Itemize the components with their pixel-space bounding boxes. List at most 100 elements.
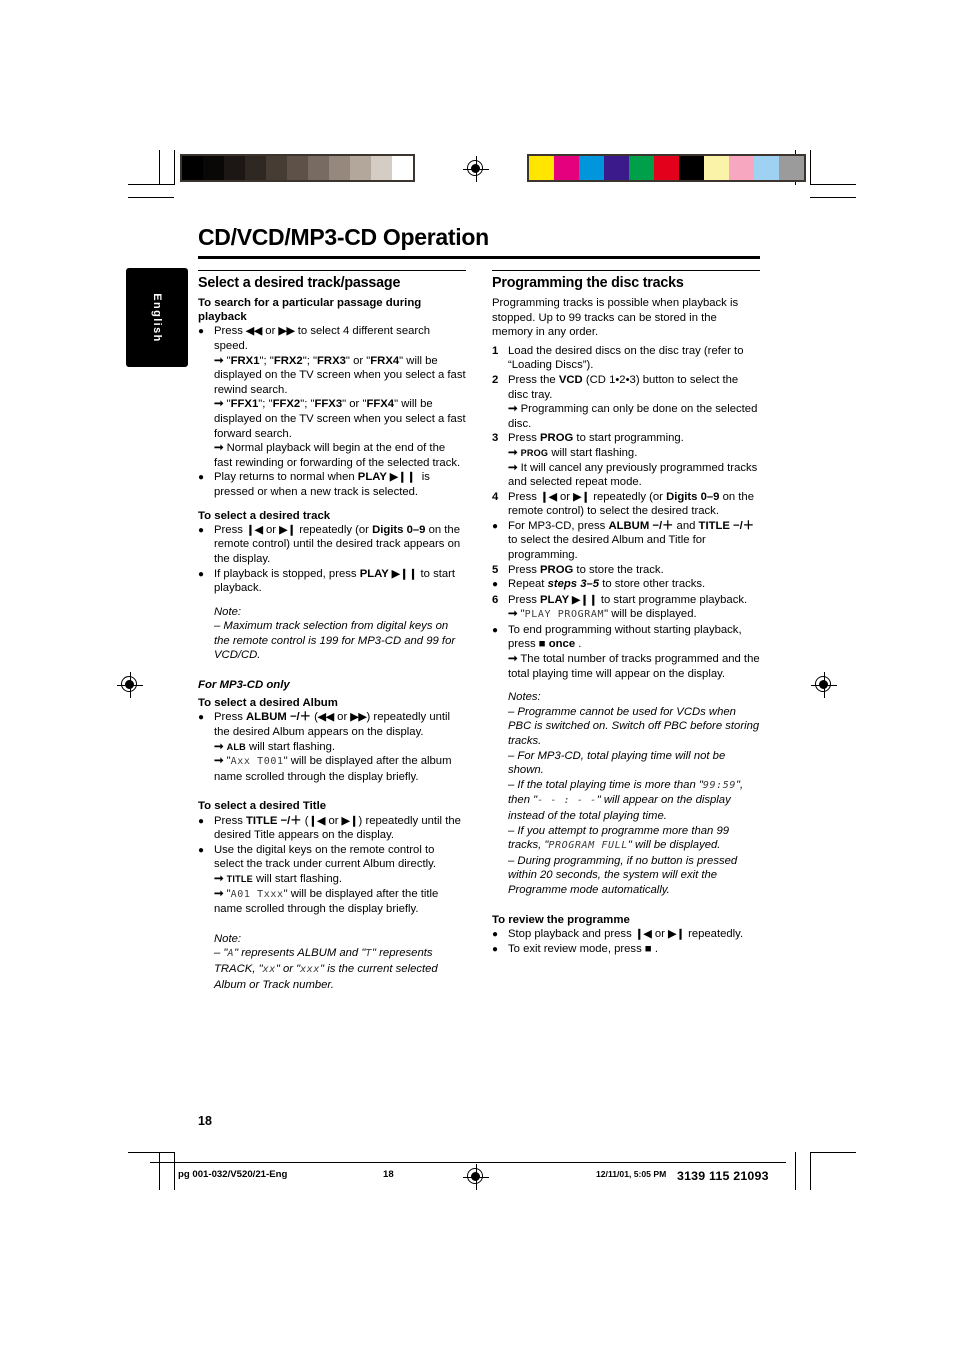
left-column: Select a desired track/passage To search…	[198, 270, 466, 992]
list-item-text: Use the digital keys on the remote contr…	[214, 843, 437, 871]
subheading-select-title: To select a desired Title	[198, 800, 327, 813]
calibration-swatch-8	[729, 156, 754, 180]
arrow-note: ➞ ALB will start flashing.	[214, 740, 466, 755]
step-marker: 1	[492, 344, 499, 357]
list-item-body: To end programming without starting play…	[508, 623, 760, 681]
list-item-text: Press ❙◀ or ▶❙ repeatedly (or Digits 0–9…	[214, 523, 461, 565]
section-intro: Programming tracks is possible when play…	[492, 296, 739, 339]
arrow-note: ➞ Normal playback will begin at the end …	[214, 442, 461, 469]
note-seg: " represents ALBUM and "	[234, 947, 366, 960]
bullet-marker: ●	[492, 928, 499, 940]
list-item: ● If playback is stopped, press PLAY ▶❙❙…	[198, 567, 466, 596]
list-item-body: Use the digital keys on the remote contr…	[214, 843, 466, 917]
bullet-marker: ●	[492, 624, 499, 636]
calibration-swatch-8	[350, 156, 371, 180]
lcd-glyph: T	[365, 948, 372, 960]
crop-mark	[128, 1152, 174, 1153]
calibration-swatch-2	[224, 156, 245, 180]
calibration-swatch-6	[308, 156, 329, 180]
subheading-search-passage-line1: To search for a particular passage durin…	[198, 296, 422, 309]
subheading-select-album: To select a desired Album	[198, 697, 338, 710]
list-item: ● Repeat steps 3–5 to store other tracks…	[492, 577, 760, 592]
list-item-body: Press ❙◀ or ▶❙ repeatedly (or Digits 0–9…	[214, 523, 466, 567]
list-item: 6 Press PLAY ▶❙❙ to start programme play…	[492, 593, 760, 623]
display-indicator-title: TITLE	[226, 874, 253, 885]
bullet-marker: ●	[198, 326, 205, 338]
arrow-note: ➞ PROG will start flashing.	[508, 446, 638, 459]
list-item: ● Press ❙◀ or ▶❙ repeatedly (or Digits 0…	[198, 523, 466, 567]
lcd-glyph: xx	[262, 963, 276, 975]
arrow-icon: ➞	[508, 403, 518, 416]
column-rule	[198, 270, 466, 272]
arrow-icon: ➞	[508, 461, 518, 474]
lcd-display-text: PLAY PROGRAM	[524, 609, 605, 621]
footer-timestamp: 12/11/01, 5:05 PM	[596, 1169, 667, 1179]
crop-mark	[159, 150, 160, 185]
calibration-swatch-3	[245, 156, 266, 180]
note-label: Note:	[214, 605, 242, 618]
calibration-swatch-4	[266, 156, 287, 180]
stop-icon: ■	[644, 943, 652, 956]
right-column: Programming the disc tracks Programming …	[492, 270, 760, 958]
display-indicator-alb: ALB	[226, 741, 246, 752]
page-title: CD/VCD/MP3-CD Operation	[198, 224, 489, 250]
registration-mark-top	[463, 156, 489, 182]
list-item-body: Press the VCD (CD 1•2•3) button to selec…	[508, 373, 760, 431]
list-item-text: Press PROG to store the track.	[508, 563, 664, 576]
grayscale-calibration-bar	[180, 154, 415, 182]
list-item-body: Press ❙◀ or ▶❙ repeatedly (or Digits 0–9…	[508, 490, 760, 519]
list-item-text: To end programming without starting play…	[508, 623, 742, 651]
arrow-note-text: will start flashing.	[245, 740, 336, 753]
list-item-body: Press PLAY ▶❙❙ to start programme playba…	[508, 593, 760, 623]
list-item-text: Press TITLE −/＋ (❙◀ or ▶❙) repeatedly un…	[214, 814, 461, 842]
arrow-icon: ➞	[214, 887, 224, 900]
arrow-icon: ➞	[214, 755, 224, 768]
lcd-display-text: 99:59	[702, 779, 737, 791]
crop-mark	[810, 184, 856, 185]
arrow-icon: ➞	[508, 608, 518, 621]
note-label: Note:	[214, 932, 242, 945]
arrow-note: ➞ Programming can only be done on the se…	[508, 403, 758, 430]
note-text: – For MP3-CD, total playing time will no…	[508, 749, 726, 777]
list-item-text: Press PLAY ▶❙❙ to start programme playba…	[508, 593, 748, 606]
page-number: 18	[198, 1114, 212, 1128]
note-seg: " or "	[275, 962, 301, 975]
list-item-body: Press PROG to store the track.	[508, 563, 760, 578]
section-heading-select-track: Select a desired track/passage	[198, 275, 401, 292]
calibration-swatch-10	[392, 156, 413, 180]
bullet-marker: ●	[492, 520, 499, 532]
note-text: – Programme cannot be used for VCDs when…	[508, 705, 760, 748]
note-text: – Maximum track selection from digital k…	[214, 620, 456, 662]
calibration-swatch-7	[329, 156, 350, 180]
arrow-note: ➞ "Axx T001" will be displayed after the…	[214, 755, 452, 783]
arrow-note: ➞ "PLAY PROGRAM" will be displayed.	[508, 608, 697, 621]
bullet-marker: ●	[492, 944, 499, 956]
crop-mark	[128, 184, 174, 185]
list-item: 3 Press PROG to start programming. ➞ PRO…	[492, 431, 760, 489]
calibration-swatch-9	[371, 156, 392, 180]
note-text: – "A" represents ALBUM and "T" represent…	[214, 946, 466, 992]
calibration-swatch-5	[287, 156, 308, 180]
list-item: 1 Load the desired discs on the disc tra…	[492, 344, 760, 373]
list-item-body: Repeat steps 3–5 to store other tracks.	[508, 577, 760, 592]
step-marker: 3	[492, 432, 499, 445]
list-item-body: Press PROG to start programming. ➞ PROG …	[508, 431, 760, 489]
subheading-search-passage-line2: playback	[198, 311, 247, 324]
crop-mark	[174, 150, 175, 185]
note-text: – If the total playing time is more than…	[508, 778, 744, 822]
lcd-display-text: Axx T001	[230, 756, 284, 768]
list-item: 5 Press PROG to store the track.	[492, 563, 760, 578]
crop-mark	[810, 1152, 811, 1190]
note-seg: – "	[214, 947, 228, 960]
bullet-marker: ●	[198, 712, 205, 724]
lcd-display-text: A01 Txxx	[230, 888, 284, 900]
calibration-swatch-10	[779, 156, 804, 180]
list-item: ● Press TITLE −/＋ (❙◀ or ▶❙) repeatedly …	[198, 814, 466, 843]
calibration-swatch-0	[182, 156, 203, 180]
arrow-note: ➞ "FRX1"; "FRX2"; "FRX3" or "FRX4" will …	[214, 354, 466, 396]
list-item: ● To end programming without starting pl…	[492, 623, 760, 681]
list-item: ● For MP3-CD, press ALBUM −/＋ and TITLE …	[492, 519, 760, 563]
list-item: 2 Press the VCD (CD 1•2•3) button to sel…	[492, 373, 760, 431]
list-item-body: Play returns to normal when PLAY ▶❙❙ is …	[214, 470, 466, 499]
stop-icon: ■	[538, 638, 546, 651]
